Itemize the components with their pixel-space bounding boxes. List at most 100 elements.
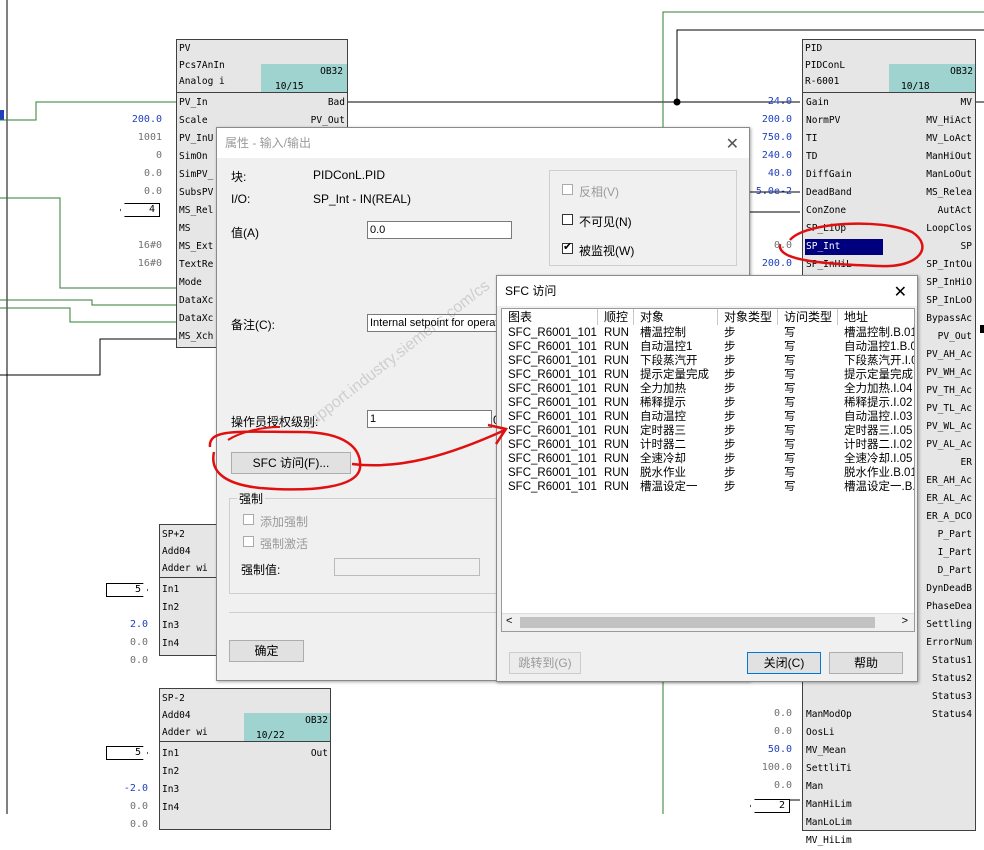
pid-output-pin[interactable]: ER_AH_Ac <box>926 472 972 490</box>
pid-output-pin[interactable]: ER_AL_Ac <box>926 490 972 508</box>
pv-input-pin[interactable]: SubsPV <box>179 184 213 202</box>
pid-output-pin[interactable]: PV_AL_Ac <box>926 436 972 454</box>
col-object-type[interactable]: 对象类型 <box>718 309 778 325</box>
sp-plus-2-input-pin[interactable]: In4 <box>162 635 179 653</box>
pv-input-pin[interactable]: Scale <box>179 112 208 130</box>
pid-output-pin[interactable]: BypassAc <box>926 310 972 328</box>
pv-input-pin[interactable]: MS_Ext <box>179 238 213 256</box>
pid-input-pin[interactable]: SP_Int <box>806 238 840 256</box>
sp-plus-2-input-pin[interactable]: In1 <box>162 581 179 599</box>
pv-output-pin[interactable]: Bad <box>328 94 345 112</box>
sfc-row[interactable]: SFC_R6001_101 RUN 定时器三 步 写 定时器三.I.05 <box>502 424 914 438</box>
add-force-checkbox[interactable] <box>243 514 254 525</box>
sp-minus-2-input-pin[interactable]: In3 <box>162 781 179 799</box>
col-sequence[interactable]: 顺控 <box>598 309 634 325</box>
pid-input-pin[interactable]: Man <box>806 778 823 796</box>
sfc-table[interactable]: 图表 顺控 对象 对象类型 访问类型 地址 SFC_R6001_101 RUN 槽温… <box>501 308 915 632</box>
pid-output-pin[interactable]: SP_IntOu <box>926 256 972 274</box>
sfc-row[interactable]: SFC_R6001_101 RUN 稀释提示 步 写 稀释提示.I.02 <box>502 396 914 410</box>
pid-input-pin[interactable]: MV_Mean <box>806 742 846 760</box>
pid-output-pin[interactable]: SP_InHiO <box>926 274 972 292</box>
pid-input-pin[interactable]: MV_HiLim <box>806 832 852 850</box>
pv-input-pin[interactable]: SimOn <box>179 148 208 166</box>
pid-output-pin[interactable]: P_Part <box>938 526 972 544</box>
sfc-row[interactable]: SFC_R6001_101 RUN 脱水作业 步 写 脱水作业.B.01 <box>502 466 914 480</box>
pid-output-pin[interactable]: MV <box>961 94 972 112</box>
activate-force-checkbox[interactable] <box>243 536 254 547</box>
pid-input-pin[interactable]: ManHiLim <box>806 796 852 814</box>
sfc-row[interactable]: SFC_R6001_101 RUN 下段蒸汽开 步 写 下段蒸汽开.I.0 <box>502 354 914 368</box>
pid-output-pin[interactable]: PV_WH_Ac <box>926 364 972 382</box>
pid-output-pin[interactable]: ER_A_DCO <box>926 508 972 526</box>
pid-output-pin[interactable]: Status1 <box>932 652 972 670</box>
sfc-row[interactable]: SFC_R6001_101 RUN 全速冷却 步 写 全速冷却.I.05 <box>502 452 914 466</box>
pid-input-pin[interactable]: TD <box>806 148 817 166</box>
pid-input-pin[interactable]: TI <box>806 130 817 148</box>
pid-output-pin[interactable]: ErrorNum <box>926 634 972 652</box>
pid-output-pin[interactable]: Status2 <box>932 670 972 688</box>
sfc-access-button[interactable]: SFC 访问(F)... <box>231 452 351 474</box>
scroll-right-icon[interactable]: > <box>902 615 908 627</box>
pid-input-pin[interactable]: SP_LiOp <box>806 220 846 238</box>
pid-output-pin[interactable]: LoopClos <box>926 220 972 238</box>
scroll-thumb[interactable] <box>520 617 875 628</box>
sfc-row[interactable]: SFC_R6001_101 RUN 计时器二 步 写 计时器二.I.02 <box>502 438 914 452</box>
pid-input-pin[interactable]: DiffGain <box>806 166 852 184</box>
sp-minus-2-block[interactable]: SP-2 Add04 Adder wi OB32 10/22 In1 In2 In3… <box>159 688 331 830</box>
pid-output-pin[interactable]: ER <box>961 454 972 472</box>
col-chart[interactable]: 图表 <box>502 309 598 325</box>
pid-input-pin[interactable]: ManModOp <box>806 706 852 724</box>
pid-output-pin[interactable]: PV_WL_Ac <box>926 418 972 436</box>
sp-plus-2-input-pin[interactable]: In2 <box>162 599 179 617</box>
ok-button[interactable]: 确定 <box>229 640 304 662</box>
sfc-row[interactable]: SFC_R6001_101 RUN 槽温设定一 步 写 槽温设定一.B.0 <box>502 480 914 494</box>
pv-input-pin[interactable]: TextRe <box>179 256 213 274</box>
pid-output-pin[interactable]: Status4 <box>932 706 972 724</box>
pv-input-pin[interactable]: PV_In <box>179 94 208 112</box>
pid-output-pin[interactable]: Settling <box>926 616 972 634</box>
close-icon[interactable]: ✕ <box>726 134 739 154</box>
sp-minus-2-input-pin[interactable]: In4 <box>162 799 179 817</box>
pid-output-pin[interactable]: PV_AH_Ac <box>926 346 972 364</box>
pid-input-pin[interactable]: SettliTi <box>806 760 852 778</box>
col-address[interactable]: 地址 <box>838 309 914 325</box>
pv-input-pin[interactable]: DataXc <box>179 292 213 310</box>
pid-input-pin[interactable]: Gain <box>806 94 829 112</box>
pv-input-pin[interactable]: MS_Rel <box>179 202 213 220</box>
col-access-type[interactable]: 访问类型 <box>778 309 838 325</box>
pid-output-pin[interactable]: Status3 <box>932 688 972 706</box>
pid-output-pin[interactable]: D_Part <box>938 562 972 580</box>
pid-input-pin[interactable]: ManLoLim <box>806 814 852 832</box>
sfc-access-dialog[interactable]: SFC 访问 ✕ 图表 顺控 对象 对象类型 访问类型 地址 SFC_R6001… <box>496 275 918 682</box>
help-button[interactable]: 帮助 <box>829 652 903 674</box>
pid-output-pin[interactable]: SP_InLoO <box>926 292 972 310</box>
close-button[interactable]: 关闭(C) <box>747 652 821 674</box>
close-icon[interactable]: ✕ <box>894 282 907 302</box>
pid-output-pin[interactable]: DynDeadB <box>926 580 972 598</box>
sfc-row[interactable]: SFC_R6001_101 RUN 自动温控1 步 写 自动温控1.B.01 <box>502 340 914 354</box>
pv-input-pin[interactable]: SimPV_ <box>179 166 213 184</box>
pid-output-pin[interactable]: PV_Out <box>938 328 972 346</box>
sp-plus-2-input-pin[interactable]: In3 <box>162 617 179 635</box>
col-object[interactable]: 对象 <box>634 309 718 325</box>
pid-output-pin[interactable]: I_Part <box>938 544 972 562</box>
pid-output-pin[interactable]: MS_Relea <box>926 184 972 202</box>
pid-output-pin[interactable]: PV_TH_Ac <box>926 382 972 400</box>
pv-input-pin[interactable]: MS <box>179 220 190 238</box>
pv-input-pin[interactable]: Mode <box>179 274 202 292</box>
pid-output-pin[interactable]: ManHiOut <box>926 148 972 166</box>
pid-output-pin[interactable]: AutAct <box>938 202 972 220</box>
sfc-row[interactable]: SFC_R6001_101 RUN 槽温控制 步 写 槽温控制.B.01 <box>502 326 914 340</box>
sfc-row[interactable]: SFC_R6001_101 RUN 自动温控 步 写 自动温控.I.03 <box>502 410 914 424</box>
sfc-row[interactable]: SFC_R6001_101 RUN 提示定量完成 步 写 提示定量完成. <box>502 368 914 382</box>
pv-input-pin[interactable]: MS_Xch <box>179 328 213 346</box>
pv-input-pin[interactable]: DataXc <box>179 310 213 328</box>
force-value-input[interactable] <box>334 558 480 576</box>
pid-output-pin[interactable]: PV_TL_Ac <box>926 400 972 418</box>
pv-input-pin[interactable]: PV_InU <box>179 130 213 148</box>
pid-output-pin[interactable]: SP <box>961 238 972 256</box>
pid-output-pin[interactable]: MV_HiAct <box>926 112 972 130</box>
scroll-left-icon[interactable]: < <box>506 615 512 627</box>
pid-input-pin[interactable]: DeadBand <box>806 184 852 202</box>
sp-minus-2-input-pin[interactable]: In2 <box>162 763 179 781</box>
